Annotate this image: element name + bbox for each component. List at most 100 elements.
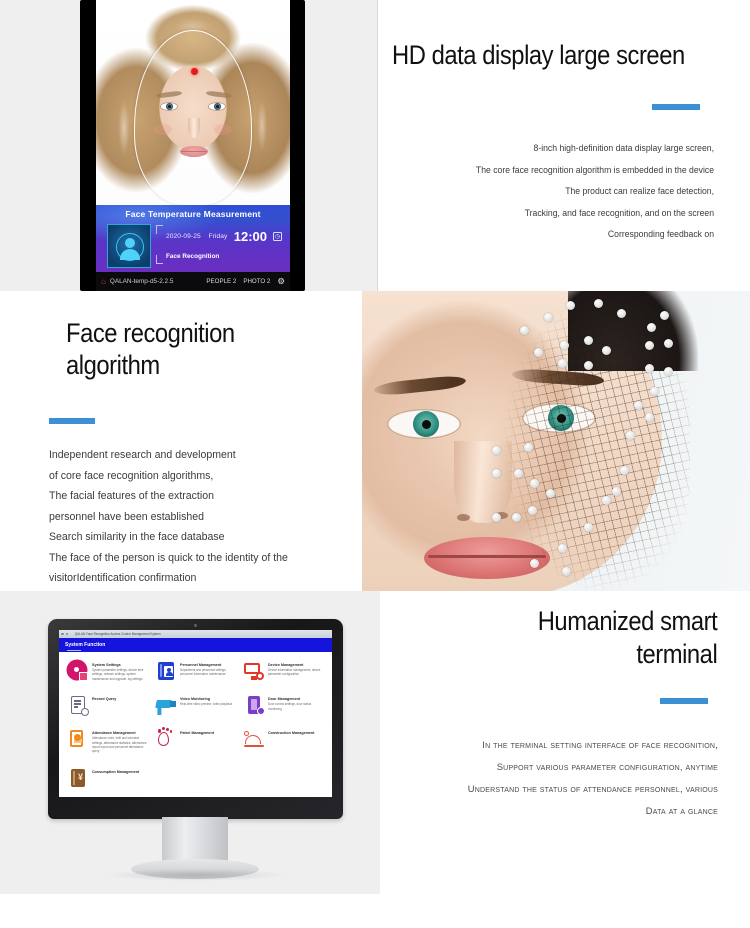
- module-desc: Device information management, device pa…: [268, 668, 321, 677]
- tablet-date-weekday: 2020-09-25 Friday: [166, 233, 227, 240]
- monitor-gear-icon: [244, 661, 264, 681]
- temperature-measure-point-icon: [191, 68, 198, 75]
- face-landmark-mesh-photo: [362, 291, 750, 591]
- dashboard-item-device-management[interactable]: Device Management Device information man…: [244, 661, 330, 681]
- cheek-right: [214, 124, 232, 135]
- dashboard-item-record-query[interactable]: Record Query: [68, 695, 154, 717]
- dashboard-window-bar: QALAN Face Recognition Access Control Ma…: [59, 630, 332, 638]
- landmark-dot: [558, 359, 567, 368]
- face-recognition-tablet-device: Face Temperature Measurement 2020-09-25 …: [80, 0, 305, 291]
- section-two-body: Independent research and development of …: [49, 445, 347, 589]
- landmark-dot: [530, 559, 539, 568]
- gear-settings-icon: [68, 661, 88, 681]
- body-line: The core face recognition algorithm is e…: [475, 164, 714, 176]
- dashboard-item-system-settings[interactable]: System Settings System parameter setting…: [68, 661, 154, 681]
- landmark-dot: [584, 336, 593, 345]
- body-line: Data at a glance: [645, 805, 718, 816]
- module-desc: System parameter settings, device time s…: [92, 668, 144, 681]
- section-hd-screen: Face Temperature Measurement 2020-09-25 …: [0, 0, 750, 291]
- dashboard-header-title: System Function: [65, 642, 106, 648]
- nose: [188, 118, 200, 138]
- module-desc: Attendance rules, shift and schedule set…: [92, 736, 147, 754]
- landmark-dot: [546, 489, 555, 498]
- face-detection-outline: [134, 30, 252, 205]
- contact-book-icon: [156, 661, 176, 681]
- frame-corner-top-icon: [156, 225, 163, 234]
- module-desc: Real-time video preview, video playback: [180, 702, 233, 707]
- portrait-photo-blonde-woman: [96, 0, 290, 205]
- dashboard-item-construction-management[interactable]: Construction Management: [244, 729, 330, 754]
- dashboard-item-attendance-management[interactable]: Attendance Management Attendance rules, …: [68, 729, 154, 754]
- gear-icon[interactable]: ⚙: [277, 277, 285, 286]
- module-name: Door Management: [268, 696, 301, 702]
- landmark-dot: [530, 479, 539, 488]
- tablet-date: 2020-09-25: [166, 233, 201, 240]
- landmark-dot: [534, 348, 543, 357]
- landmark-dot: [620, 466, 629, 475]
- people-count-label: PEOPLE 2: [206, 278, 237, 285]
- door-access-icon: [244, 695, 265, 716]
- document-search-icon: [68, 695, 89, 717]
- body-line: Search similarity in the face database: [49, 531, 225, 543]
- landmark-dot: [584, 523, 593, 532]
- section-face-algorithm: Face recognition algorithm Independent r…: [0, 291, 750, 591]
- module-name: Construction Management: [268, 730, 315, 736]
- section-one-title: HD data display large screen: [392, 40, 685, 70]
- desktop-monitor-mockup: QALAN Face Recognition Access Control Ma…: [30, 619, 360, 881]
- body-line: The product can realize face detection,: [565, 186, 714, 197]
- body-line: The facial features of the extraction: [49, 490, 214, 502]
- landmark-dot: [647, 323, 656, 332]
- module-name: Record Query: [92, 696, 117, 702]
- dashboard-item-consumption-management[interactable]: ¥ Consumption Management: [68, 768, 154, 788]
- module-desc: Door control settings, door status monit…: [268, 702, 312, 711]
- section-three-title: Humanized smart terminal: [537, 606, 718, 669]
- landmark-dot: [617, 309, 626, 318]
- module-name: Attendance Management: [92, 730, 136, 736]
- helmet-construction-icon: [244, 729, 264, 749]
- lips: [180, 146, 208, 157]
- landmark-dot: [492, 446, 501, 455]
- dashboard-item-personnel-management[interactable]: Personnel Management Department and pers…: [156, 661, 242, 681]
- tablet-screen: Face Temperature Measurement 2020-09-25 …: [96, 0, 290, 291]
- dashboard-window-title: QALAN Face Recognition Access Control Ma…: [74, 632, 161, 636]
- module-name: Device Management: [268, 662, 304, 667]
- footprint-patrol-icon: [156, 727, 176, 749]
- landmark-dot: [664, 339, 673, 348]
- dashboard-item-door-management[interactable]: Door Management Door control settings, d…: [244, 695, 330, 716]
- section-one-body: 8-inch high-definition data display larg…: [412, 138, 714, 246]
- monitor-shadow: [105, 869, 285, 881]
- section-two-title: Face recognition algorithm: [66, 318, 235, 380]
- firmware-version-label: QALAN-temp-d5-2.2.5: [109, 278, 174, 285]
- landmark-dot: [584, 361, 593, 370]
- module-name: Video Monitoring: [180, 696, 210, 702]
- landmark-dot: [634, 401, 643, 410]
- landmark-dot: [562, 567, 571, 576]
- landmark-dot: [602, 496, 611, 505]
- module-name: Consumption Management: [92, 768, 140, 774]
- section-two-accent-bar: [49, 418, 95, 424]
- landmark-dot: [558, 544, 567, 553]
- clock-icon: ◷: [273, 232, 282, 241]
- landmark-dot: [594, 299, 603, 308]
- dashboard-item-video-monitoring[interactable]: Video Monitoring Real-time video preview…: [155, 695, 242, 715]
- landmark-dot: [492, 513, 501, 522]
- dashboard-item-patrol-management[interactable]: Patrol Management: [156, 727, 242, 754]
- tablet-weekday: Friday: [208, 233, 228, 240]
- section-three-body: In the terminal setting interface of fac…: [380, 734, 718, 822]
- landmark-dot: [664, 367, 673, 376]
- eyebrow-right: [205, 90, 233, 99]
- tablet-panel-title: Face Temperature Measurement: [125, 209, 261, 219]
- landmark-dot: [520, 326, 529, 335]
- landmark-dot: [645, 364, 654, 373]
- monitor-screen: QALAN Face Recognition Access Control Ma…: [59, 630, 332, 797]
- landmark-dot: [602, 346, 611, 355]
- home-icon[interactable]: ⌂: [101, 277, 106, 286]
- tablet-ui-panel: Face Temperature Measurement 2020-09-25 …: [96, 205, 290, 272]
- frame-corner-bottom-icon: [156, 255, 163, 264]
- section-smart-terminal: QALAN Face Recognition Access Control Ma…: [0, 591, 750, 928]
- landmark-dot: [645, 341, 654, 350]
- body-line: Understand the status of attendance pers…: [467, 783, 718, 794]
- landmark-dot: [660, 311, 669, 320]
- module-desc: Department and personnel settings, perso…: [180, 668, 227, 677]
- money-ledger-icon: ¥: [68, 768, 88, 788]
